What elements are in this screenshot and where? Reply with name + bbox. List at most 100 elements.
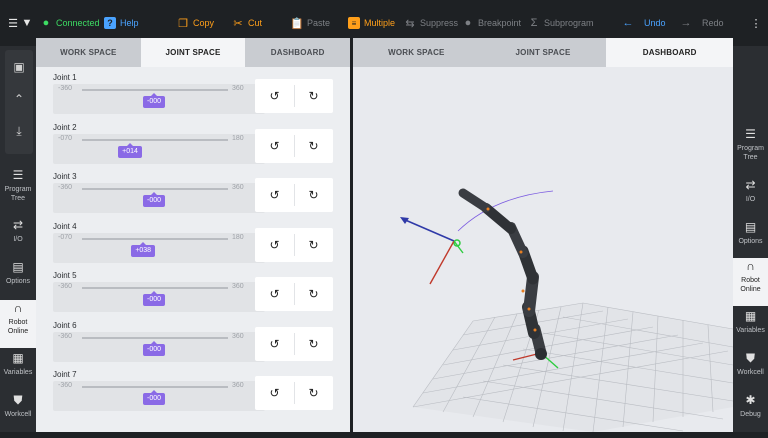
suppress-label: Suppress [420,18,459,28]
tab-joint-space[interactable]: JOINT SPACE [480,38,607,67]
rotate-ccw-button[interactable]: ↺ [255,376,294,410]
undo-label: Undo [644,18,666,28]
joint-value-badge[interactable]: -000 [143,390,166,405]
rotate-cw-button[interactable]: ↻ [294,129,333,163]
joint-value-badge[interactable]: -000 [143,340,166,356]
joint-value-badge[interactable]: -000 [143,93,166,108]
robot-3d-viewport[interactable] [353,67,733,432]
rotate-ccw-icon: ↺ [269,188,280,202]
sidebar-item-options[interactable]: ▤ Options [0,259,36,305]
undo-button[interactable]: ← Undo [622,15,666,31]
sidebar-item-label: Options [738,238,763,245]
help-button[interactable]: ? Help [104,15,139,31]
download-icon[interactable]: ⤓ [5,116,33,146]
copy-icon: ❐ [178,17,188,30]
tab-dashboard[interactable]: DASHBOARD [606,38,734,67]
rotate-cw-button[interactable]: ↻ [294,79,333,113]
rotate-ccw-button[interactable]: ↺ [255,178,294,212]
io-icon: ⇄ [12,218,24,232]
breakpoint-icon: ● [464,17,472,29]
sidebar-item-program-tree[interactable]: ☰ Program Tree [733,126,768,172]
sidebar-item-variables[interactable]: ▦ Variables [733,308,768,354]
joint-slider-rail[interactable] [82,287,228,289]
rotate-cw-button[interactable]: ↻ [294,178,333,212]
joint-value-badge[interactable]: -000 [143,291,166,306]
rotate-ccw-icon: ↺ [269,237,280,252]
io-icon: ⇄ [745,178,756,192]
chevron-up-icon[interactable]: ⌃ [5,84,33,114]
help-label: Help [120,18,139,28]
copy-button[interactable]: ❐ Copy [177,15,214,31]
joint-min-value: -360 [58,382,73,389]
joint-slider-rail[interactable] [82,138,228,141]
sidebar-item-label: Robot Online [7,319,29,335]
redo-button[interactable]: → Redo [680,15,724,31]
sidebar-item-robot-online[interactable]: ∩ Robot Online [0,300,36,348]
sidebar-item-workcell[interactable]: ⛊ Workcell [733,350,768,396]
rotate-cw-icon: ↻ [308,287,319,301]
tab-joint-space[interactable]: JOINT SPACE [140,38,246,67]
multiple-icon: ≡ [348,17,360,29]
joint-min-value: -360 [58,332,73,340]
jog-controls: ↺ ↻ [255,277,333,311]
book-icon[interactable]: ▣ [5,52,33,82]
jog-controls: ↺ ↻ [255,178,333,212]
rotate-ccw-button[interactable]: ↺ [255,228,294,262]
breakpoint-button[interactable]: ● Breakpoint [462,15,521,31]
tab-work-space[interactable]: WORK SPACE [36,38,141,67]
rotate-ccw-button[interactable]: ↺ [255,327,294,361]
list-icon: ☰ [12,168,24,182]
subprogram-label: Subprogram [544,18,594,28]
right-sidebar: ☰ Program Tree ⇄ I/O ▤ Options ∩ Robot O… [733,46,768,432]
rotate-cw-button[interactable]: ↻ [294,277,333,311]
jog-controls: ↺ ↻ [255,326,333,361]
joint-row: Joint 1 -360 360 -000 ↺ ↻ [36,67,350,117]
joint-max-value: 180 [232,233,244,241]
joint-label: Joint 6 [53,320,77,330]
joint-value-badge[interactable]: +014 [118,142,142,158]
tab-work-space[interactable]: WORK SPACE [353,38,480,67]
sidebar-item-workcell[interactable]: ⛊ Workcell [0,392,36,438]
joint-list: Joint 1 -360 360 -000 ↺ ↻ Joint 2 -070 180 +014 ↺ ↻… [36,67,350,432]
cut-button[interactable]: ✂ Cut [232,15,262,31]
joint-slider-rail[interactable] [82,188,228,190]
sidebar-item-debug[interactable]: ✱ Debug [733,392,768,432]
sidebar-item-robot-online[interactable]: ∩ Robot Online [733,258,768,306]
connected-label: Connected [56,18,100,28]
joint-slider-rail[interactable] [82,237,228,240]
rotate-cw-icon: ↻ [308,188,319,202]
rotate-ccw-icon: ↺ [269,138,280,153]
shield-icon: ⛊ [745,351,755,365]
multiple-button[interactable]: ≡ Multiple [348,15,395,31]
joint-min-value: -360 [58,85,73,92]
sidebar-item-label: Variables [3,369,33,376]
tab-dashboard[interactable]: DASHBOARD [245,38,350,67]
joint-slider-rail[interactable] [82,89,228,91]
rotate-cw-button[interactable]: ↻ [294,327,333,361]
sidebar-item-label: Program Tree [737,145,764,161]
subprogram-button[interactable]: Σ Subprogram [528,15,594,31]
rotate-ccw-button[interactable]: ↺ [255,129,294,163]
sidebar-item-variables[interactable]: ▦ Variables [0,350,36,396]
rotate-ccw-button[interactable]: ↺ [255,79,294,113]
joint-slider-rail[interactable] [82,386,228,388]
robot-3d-scene[interactable] [353,67,733,432]
connected-status[interactable]: ● Connected [40,15,100,31]
sidebar-item-io[interactable]: ⇄ I/O [0,217,36,263]
rotate-cw-button[interactable]: ↻ [294,376,333,410]
sidebar-item-label: Options [5,278,31,285]
rotate-ccw-button[interactable]: ↺ [255,277,294,311]
sidebar-item-program-tree[interactable]: ☰ Program Tree [0,167,36,213]
menu-icon[interactable]: ☰ [7,15,19,31]
joint-value-badge[interactable]: -000 [143,192,166,207]
rotate-cw-button[interactable]: ↻ [294,228,333,262]
jog-controls: ↺ ↻ [255,227,333,262]
suppress-button[interactable]: ⇆ Suppress [404,15,458,31]
more-icon[interactable]: ⋮ [750,15,762,31]
left-panel-tabs: WORK SPACE JOINT SPACE DASHBOARD [36,38,350,67]
cut-icon: ✂ [233,17,243,30]
joint-value-badge[interactable]: +038 [131,241,156,257]
sidebar-item-io[interactable]: ⇄ I/O [733,177,768,223]
paste-button[interactable]: 📋 Paste [290,15,330,31]
joint-slider-rail[interactable] [82,336,228,339]
